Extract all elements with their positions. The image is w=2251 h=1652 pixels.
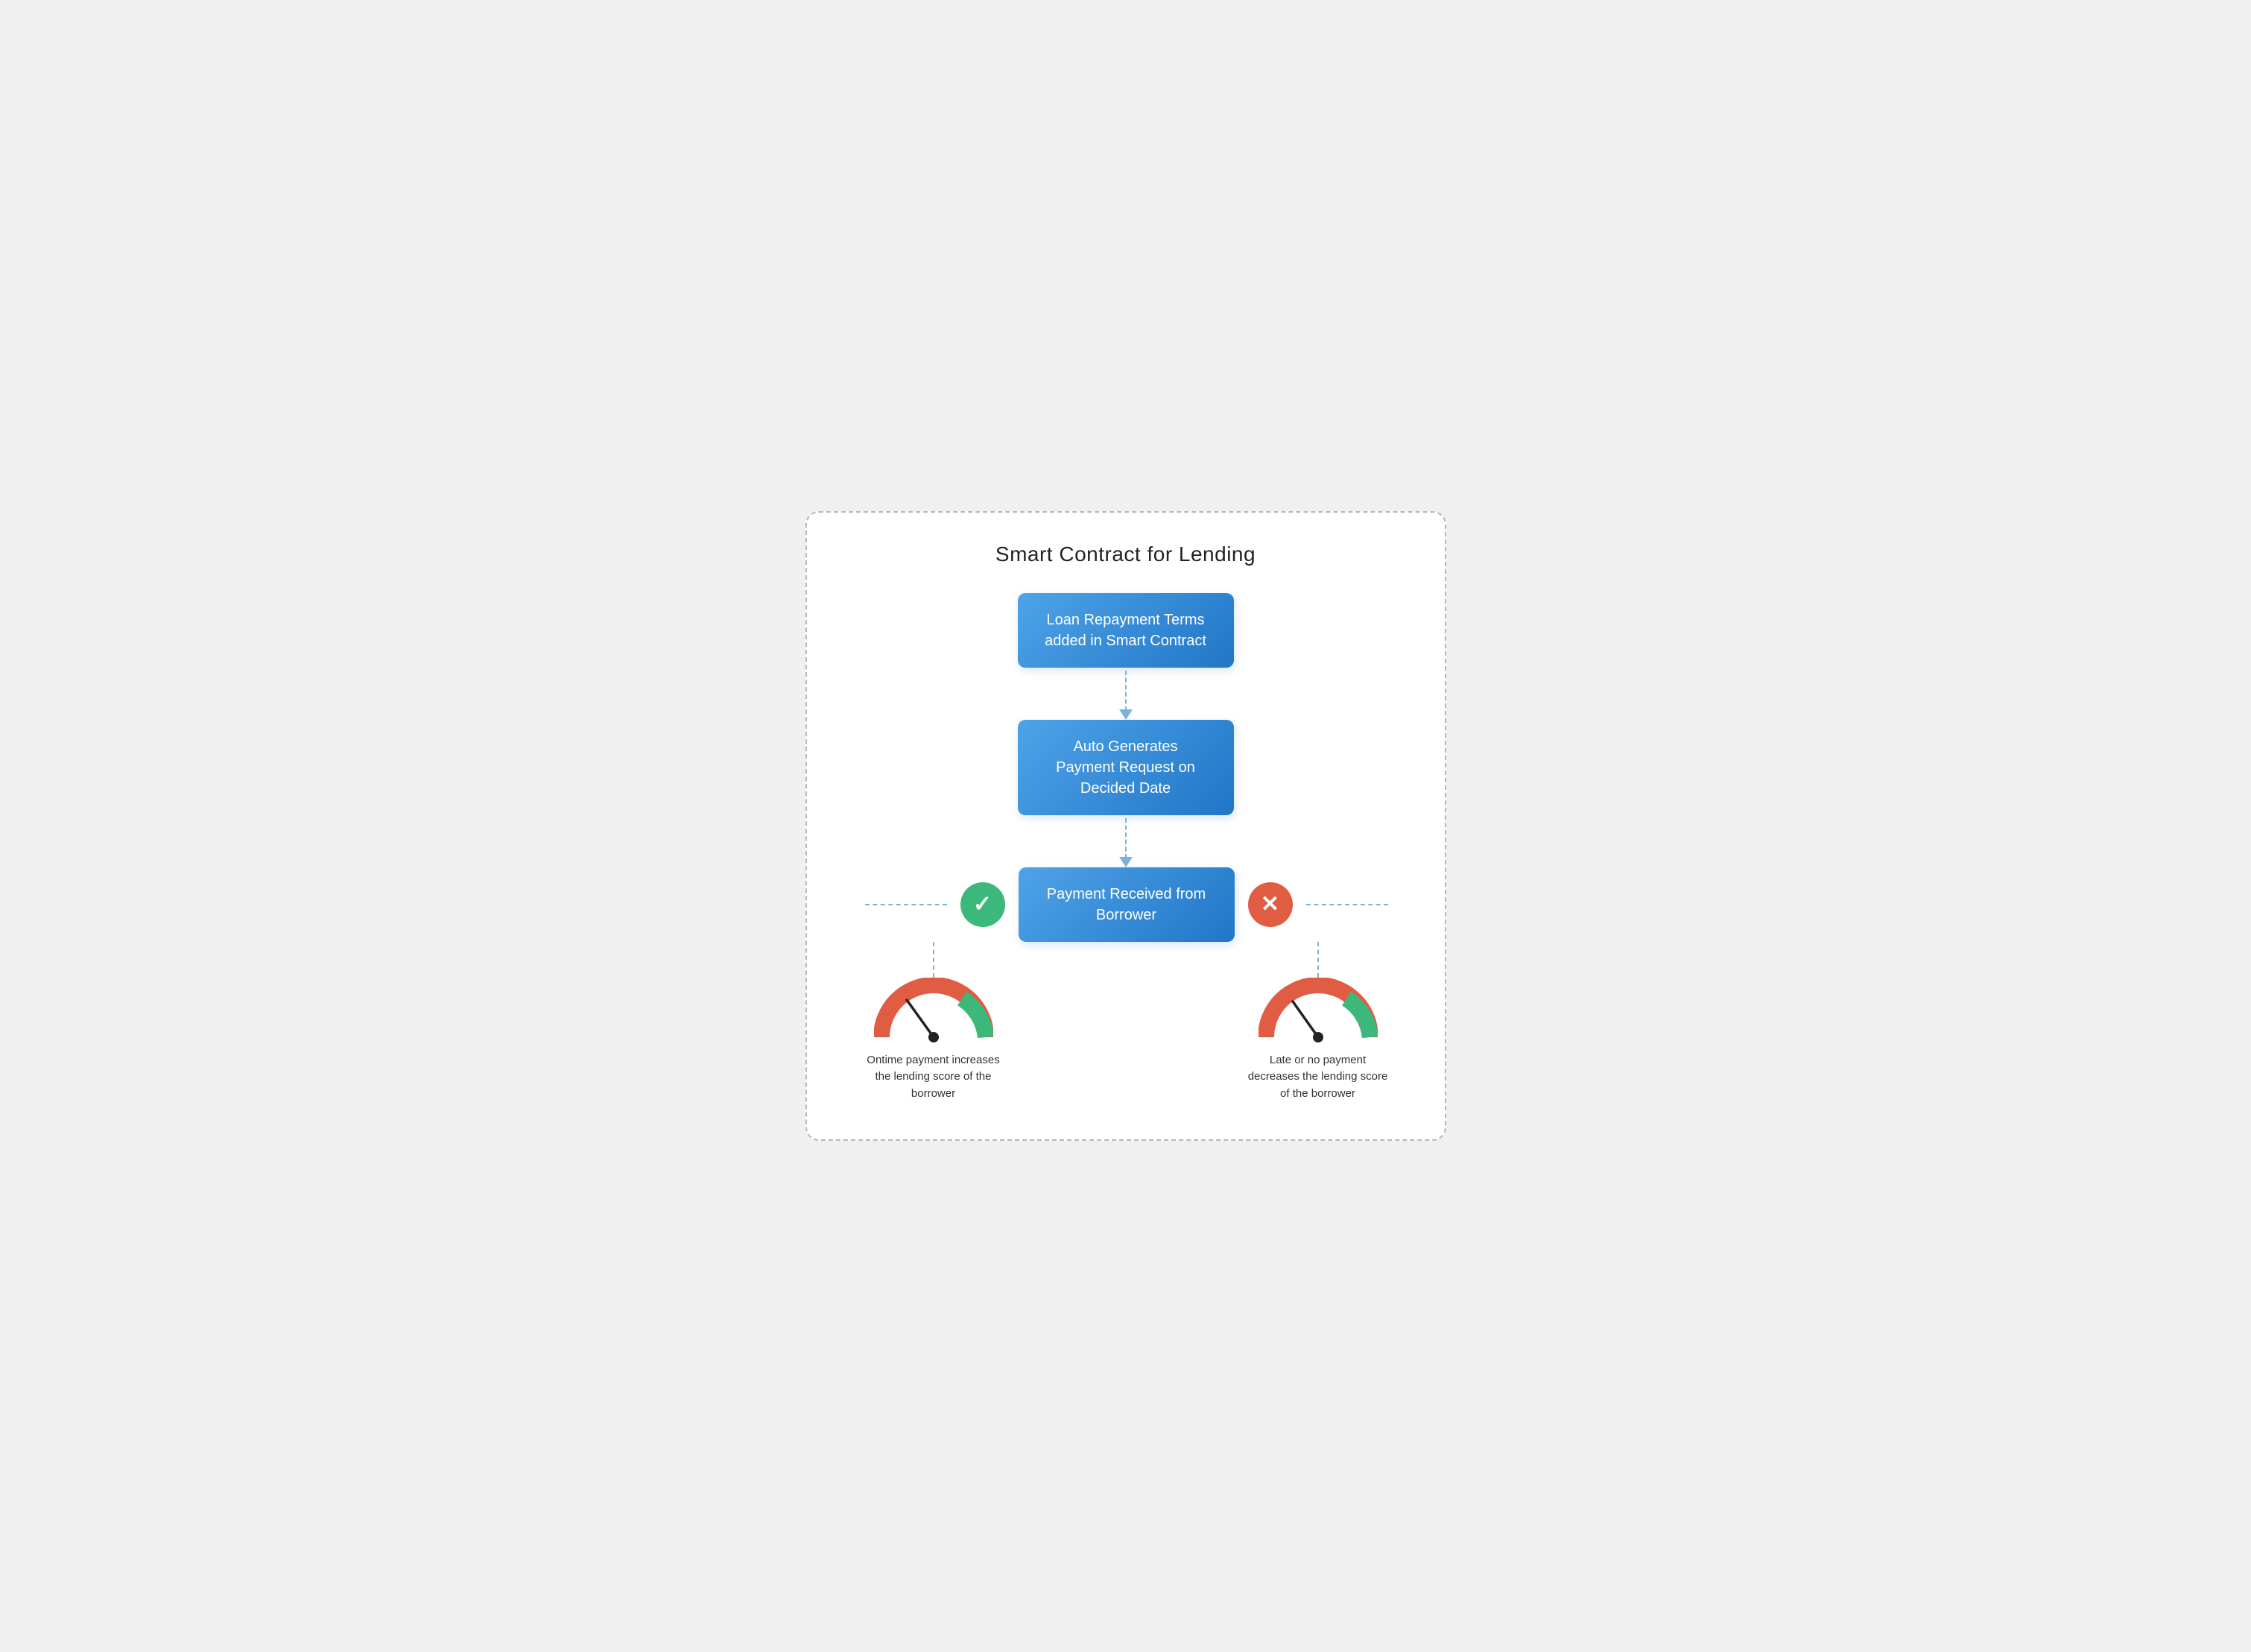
left-gauge-wrap: Ontime payment increases the lending sco… xyxy=(859,978,1008,1103)
arrow2 xyxy=(1119,815,1133,867)
flow-wrapper: Loan Repayment Terms added in Smart Cont… xyxy=(837,593,1415,1103)
box2: Auto Generates Payment Request on Decide… xyxy=(1018,720,1234,815)
right-gauge-svg xyxy=(1259,978,1378,1045)
right-h-line xyxy=(1306,904,1388,905)
arrow2-line xyxy=(1125,818,1127,858)
check-icon: ✓ xyxy=(960,882,1005,927)
arrow2-head xyxy=(1119,857,1133,867)
right-branch-col: Late or no payment decreases the lending… xyxy=(1229,942,1408,1103)
left-branch-v-line xyxy=(933,942,934,978)
diagram-title: Smart Contract for Lending xyxy=(837,542,1415,566)
left-gauge-label: Ontime payment increases the lending sco… xyxy=(859,1052,1008,1103)
left-h-line xyxy=(865,904,947,905)
left-branch-col: Ontime payment increases the lending sco… xyxy=(844,942,1023,1103)
right-gauge-label: Late or no payment decreases the lending… xyxy=(1244,1052,1393,1103)
arrow1-line xyxy=(1125,671,1127,711)
arrow1 xyxy=(1119,668,1133,720)
third-row: ✓ Payment Received from Borrower ✕ xyxy=(837,867,1415,942)
left-branch-connector: ✓ xyxy=(864,882,1019,927)
lower-section: Ontime payment increases the lending sco… xyxy=(837,942,1415,1103)
box3: Payment Received from Borrower xyxy=(1019,867,1235,942)
arrow1-head xyxy=(1119,709,1133,720)
right-branch-v-line xyxy=(1317,942,1319,978)
x-icon: ✕ xyxy=(1248,882,1293,927)
right-gauge-wrap: Late or no payment decreases the lending… xyxy=(1244,978,1393,1103)
right-branch-connector: ✕ xyxy=(1235,882,1388,927)
left-gauge-svg xyxy=(874,978,993,1045)
box1: Loan Repayment Terms added in Smart Cont… xyxy=(1018,593,1234,668)
diagram-container: Smart Contract for Lending Loan Repaymen… xyxy=(805,511,1446,1142)
